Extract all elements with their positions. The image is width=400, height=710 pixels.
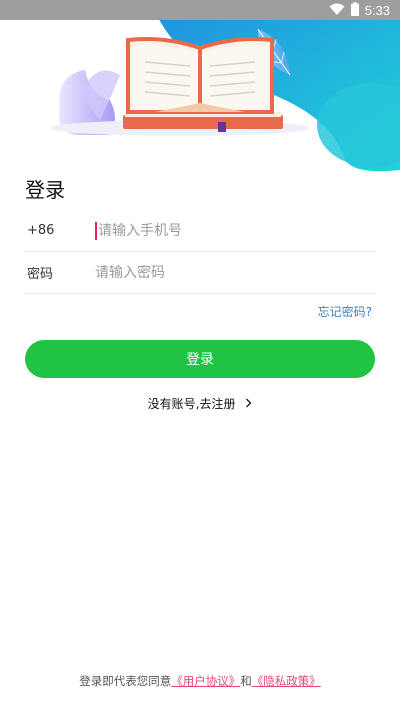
password-input[interactable] <box>95 264 375 281</box>
privacy-policy-link[interactable]: 《隐私政策》 <box>252 674 321 688</box>
password-field[interactable] <box>95 252 375 293</box>
status-time: 5:33 <box>364 3 390 18</box>
text-cursor <box>95 221 97 240</box>
user-agreement-link[interactable]: 《用户协议》 <box>171 674 240 688</box>
agreement-text: 登录即代表您同意《用户协议》和《隐私政策》 <box>0 673 400 689</box>
phone-row: +86 <box>25 210 375 252</box>
register-link-label: 没有账号,去注册 <box>147 397 236 411</box>
phone-field[interactable] <box>95 210 375 251</box>
phone-input[interactable] <box>97 222 375 239</box>
country-code: +86 <box>27 223 55 238</box>
agreement-prefix: 登录即代表您同意 <box>79 674 172 688</box>
chevron-right-icon <box>245 397 252 411</box>
forgot-password-link[interactable]: 忘记密码? <box>318 303 372 320</box>
status-bar: 5:33 <box>0 0 400 20</box>
login-button[interactable]: 登录 <box>25 340 375 378</box>
register-link[interactable]: 没有账号,去注册 <box>0 395 400 412</box>
password-label: 密码 <box>27 267 54 282</box>
agreement-and: 和 <box>240 674 252 688</box>
page-title: 登录 <box>25 178 65 202</box>
hero-illustration <box>0 0 400 175</box>
wifi-icon <box>329 3 345 19</box>
password-row: 密码 <box>25 252 375 294</box>
battery-icon <box>350 2 359 19</box>
